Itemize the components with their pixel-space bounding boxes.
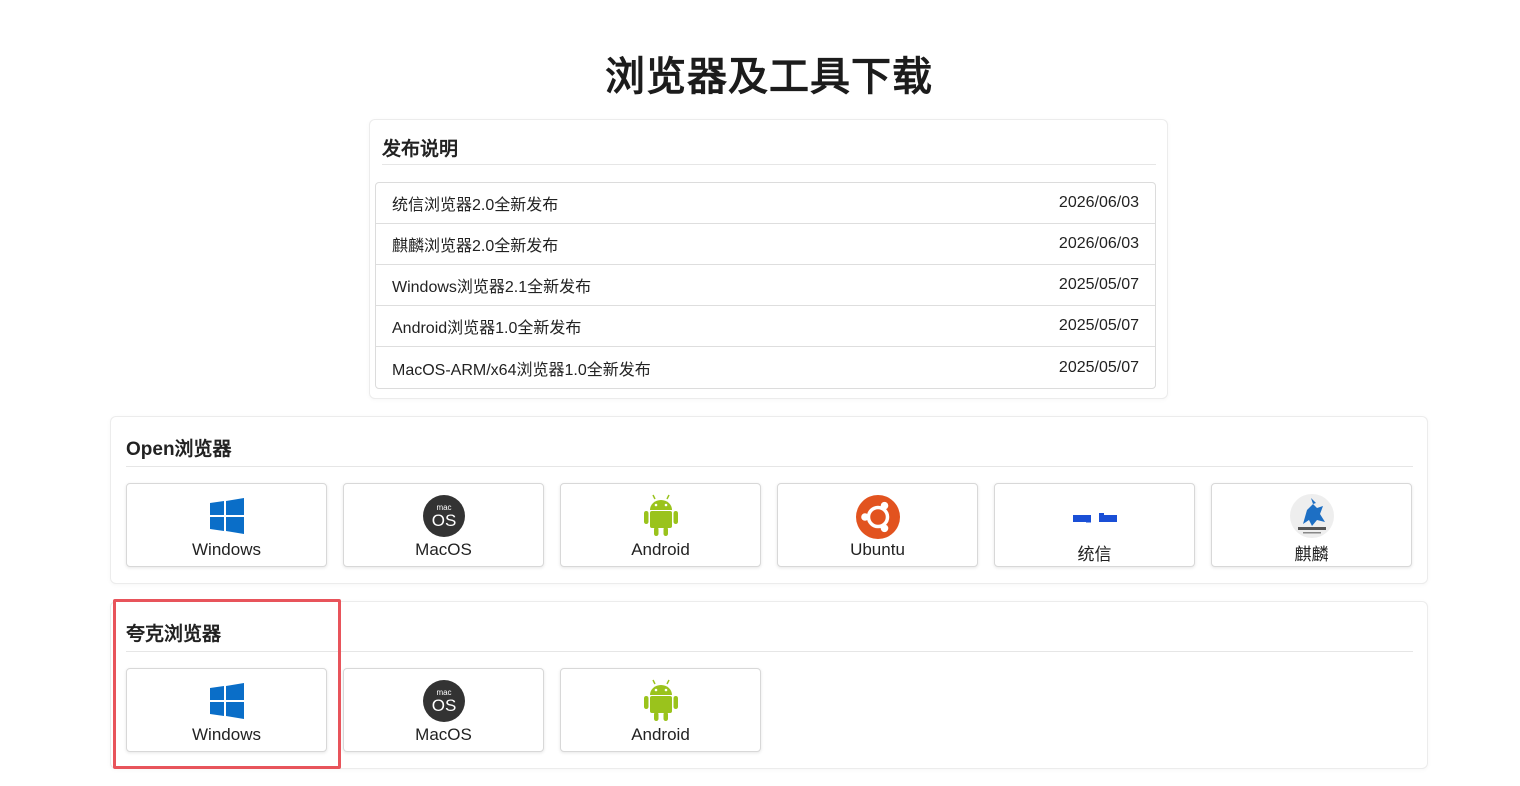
platform-label: 麒麟: [1294, 545, 1329, 564]
release-date: 2025/05/07: [1058, 317, 1139, 334]
quark-windows-download-button[interactable]: Windows: [126, 668, 327, 752]
release-date: 2026/06/03: [1058, 235, 1139, 252]
release-title: MacOS-ARM/x64浏览器1.0全新发布: [392, 361, 651, 379]
open-browser-heading-divider: [126, 466, 1413, 467]
release-date: 2025/05/07: [1058, 276, 1139, 293]
platform-label: Android: [631, 725, 690, 744]
release-heading-divider: [382, 164, 1156, 165]
release-title: Windows浏览器2.1全新发布: [392, 279, 592, 296]
android-icon: [643, 679, 678, 721]
platform-label: Windows: [192, 540, 261, 559]
open-kylin-download-button[interactable]: 麒麟: [1211, 483, 1412, 567]
open-macos-download-button[interactable]: mac OS MacOS: [343, 483, 544, 567]
open-browser-heading: Open浏览器: [126, 439, 232, 460]
platform-label: Windows: [192, 725, 261, 744]
ubuntu-icon: [855, 495, 900, 539]
macos-icon: mac OS: [422, 680, 465, 722]
svg-text:OS: OS: [431, 696, 456, 715]
platform-label: 统信: [1077, 545, 1112, 564]
uos-icon: [1072, 513, 1117, 523]
svg-text:OS: OS: [431, 511, 456, 530]
windows-icon: [209, 498, 244, 534]
release-list: 统信浏览器2.0全新发布 2026/06/03 麒麟浏览器2.0全新发布 202…: [375, 182, 1156, 389]
platform-label: Ubuntu: [850, 540, 905, 559]
android-icon: [643, 494, 678, 536]
quark-browser-heading-divider: [126, 651, 1413, 652]
platform-label: MacOS: [415, 540, 472, 559]
release-title: 麒麟浏览器2.0全新发布: [392, 238, 559, 255]
quark-browser-heading: 夸克浏览器: [126, 624, 222, 645]
quark-android-download-button[interactable]: Android: [560, 668, 761, 752]
open-android-download-button[interactable]: Android: [560, 483, 761, 567]
platform-label: Android: [631, 540, 690, 559]
quark-macos-download-button[interactable]: mac OS MacOS: [343, 668, 544, 752]
release-date: 2026/06/03: [1058, 194, 1139, 211]
page-title: 浏览器及工具下载: [605, 55, 933, 99]
open-uos-download-button[interactable]: 统信: [994, 483, 1195, 567]
release-notes-card: 发布说明 统信浏览器2.0全新发布 2026/06/03 麒麟浏览器2.0全新发…: [369, 119, 1168, 399]
platform-label: MacOS: [415, 725, 472, 744]
release-row[interactable]: 统信浏览器2.0全新发布 2026/06/03: [376, 183, 1155, 224]
open-browser-section: Open浏览器 Windows mac OS MacOS Android Ubu…: [110, 416, 1428, 584]
release-notes-heading: 发布说明: [382, 139, 459, 160]
release-row[interactable]: 麒麟浏览器2.0全新发布 2026/06/03: [376, 224, 1155, 265]
open-ubuntu-download-button[interactable]: Ubuntu: [777, 483, 978, 567]
release-title: Android浏览器1.0全新发布: [392, 320, 582, 337]
windows-icon: [209, 683, 244, 719]
release-row[interactable]: Windows浏览器2.1全新发布 2025/05/07: [376, 265, 1155, 306]
open-windows-download-button[interactable]: Windows: [126, 483, 327, 567]
release-date: 2025/05/07: [1058, 358, 1139, 376]
macos-icon: mac OS: [422, 495, 465, 537]
release-title: 统信浏览器2.0全新发布: [392, 197, 559, 214]
quark-browser-section: 夸克浏览器 Windows mac OS MacOS Android: [110, 601, 1428, 769]
release-row[interactable]: MacOS-ARM/x64浏览器1.0全新发布 2025/05/07: [376, 347, 1155, 388]
release-row[interactable]: Android浏览器1.0全新发布 2025/05/07: [376, 306, 1155, 347]
kylin-icon: [1289, 494, 1334, 538]
